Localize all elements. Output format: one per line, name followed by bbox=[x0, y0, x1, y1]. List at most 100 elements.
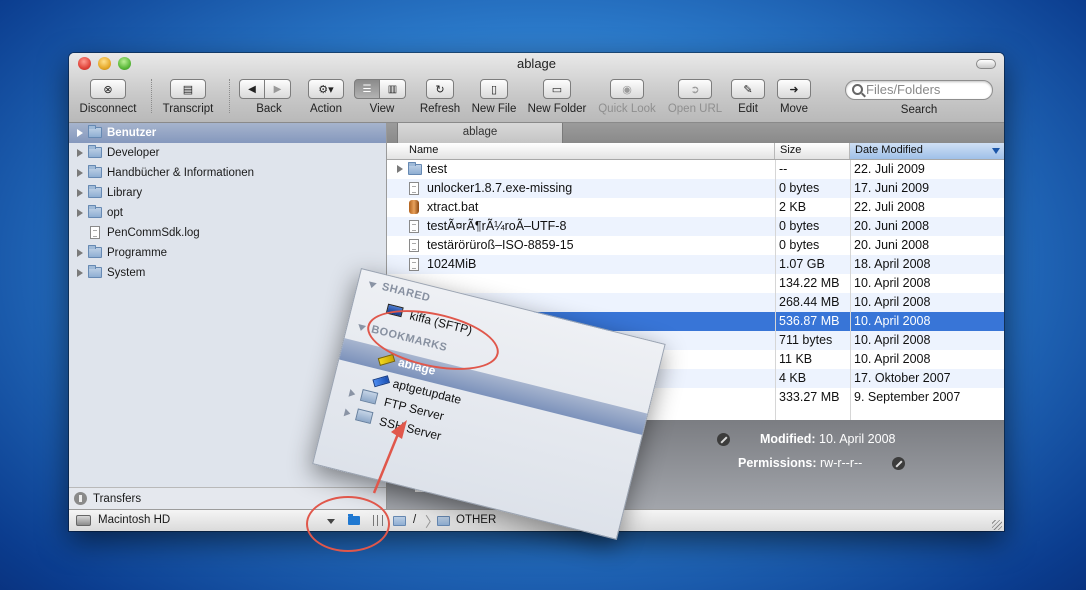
edit-label: Edit bbox=[738, 103, 758, 115]
disclosure-triangle-icon[interactable] bbox=[77, 189, 83, 197]
disclosure-triangle-icon[interactable] bbox=[77, 269, 83, 277]
view-control[interactable]: ☰ ▥ View bbox=[354, 79, 410, 115]
file-size: 1.07 GB bbox=[779, 257, 825, 271]
file-name: unlocker1.8.7.exe-missing bbox=[427, 181, 573, 195]
disclosure-triangle-icon[interactable] bbox=[367, 281, 377, 290]
shared-section-header: SHARED bbox=[380, 280, 432, 305]
sidebar-item-label: Programme bbox=[107, 247, 168, 259]
column-view-icon[interactable]: ▥ bbox=[380, 79, 406, 99]
disconnect-label: Disconnect bbox=[79, 103, 137, 115]
disconnect-button[interactable]: ⊗ Disconnect bbox=[75, 79, 141, 115]
tab-ablage[interactable]: ablage bbox=[397, 123, 563, 143]
edit-date-icon[interactable] bbox=[717, 433, 730, 446]
file-size: -- bbox=[779, 162, 788, 176]
folder-icon bbox=[88, 125, 102, 138]
column-header-name[interactable]: Name bbox=[387, 143, 775, 159]
sidebar-item-opt[interactable]: opt bbox=[69, 203, 386, 223]
new-file-icon: ▯ bbox=[490, 83, 498, 96]
column-divider bbox=[850, 160, 851, 420]
refresh-button[interactable]: ↻ Refresh bbox=[418, 79, 462, 115]
move-arrow-icon: ➜ bbox=[789, 83, 799, 96]
table-row[interactable]: xtract.bat 2 KB 22. Juli 2008 bbox=[387, 198, 1004, 217]
file-size: 711 bytes bbox=[779, 333, 833, 347]
disclosure-triangle-icon[interactable] bbox=[343, 408, 352, 418]
column-header-date[interactable]: Date Modified bbox=[850, 143, 1004, 159]
open-url-button[interactable]: ➲ Open URL bbox=[665, 79, 725, 115]
path-segment-other[interactable]: OTHER bbox=[456, 514, 496, 526]
file-size: 0 bytes bbox=[779, 181, 820, 195]
path-segment-root[interactable]: / bbox=[413, 514, 416, 526]
file-date: 10. April 2008 bbox=[854, 314, 931, 328]
table-row[interactable]: 1024MiB 1.07 GB 18. April 2008 bbox=[387, 255, 1004, 274]
file-date: 10. April 2008 bbox=[854, 295, 931, 309]
file-size: 4 KB bbox=[779, 371, 807, 385]
back-arrow-icon[interactable]: ◀ bbox=[239, 79, 265, 99]
search-placeholder: Files/Folders bbox=[866, 82, 941, 97]
table-row[interactable]: unlocker1.8.7.exe-missing 0 bytes 17. Ju… bbox=[387, 179, 1004, 198]
transfers-label: Transfers bbox=[93, 493, 142, 505]
table-row[interactable]: test -- 22. Juli 2009 bbox=[387, 160, 1004, 179]
disclosure-triangle-icon[interactable] bbox=[397, 165, 403, 173]
back-button[interactable]: ◀ ▶ Back bbox=[239, 79, 299, 115]
modified-label: Modified: bbox=[760, 432, 816, 446]
sidebar-item-developer[interactable]: Developer bbox=[69, 143, 386, 163]
search-label: Search bbox=[900, 104, 938, 116]
table-row[interactable]: testärörüroß–ISO-8859-15 0 bytes 20. Jun… bbox=[387, 236, 1004, 255]
document-icon bbox=[90, 226, 100, 239]
transfers-icon bbox=[74, 492, 87, 505]
disconnect-icon: ⊗ bbox=[103, 83, 113, 96]
move-button[interactable]: ➜ Move bbox=[775, 79, 813, 115]
sidebar-item-benutzer[interactable]: Benutzer bbox=[69, 123, 386, 143]
new-folder-button[interactable]: ▭ New Folder bbox=[525, 79, 589, 115]
edit-permissions-icon[interactable] bbox=[892, 457, 905, 470]
column-divider bbox=[775, 160, 776, 420]
window-title: ablage bbox=[516, 56, 557, 71]
quick-look-button[interactable]: ◉ Quick Look bbox=[595, 79, 659, 115]
sidebar-item-programme[interactable]: Programme bbox=[69, 243, 386, 263]
forward-arrow-icon[interactable]: ▶ bbox=[265, 79, 291, 99]
action-button[interactable]: ⚙▾ Action bbox=[306, 79, 346, 115]
file-size: 2 KB bbox=[779, 200, 807, 214]
file-date: 22. Juli 2008 bbox=[854, 200, 925, 214]
toolbar-toggle-button[interactable] bbox=[976, 59, 996, 69]
sidebar-item-system[interactable]: System bbox=[69, 263, 386, 283]
search-icon bbox=[852, 84, 863, 95]
disclosure-triangle-icon[interactable] bbox=[348, 389, 357, 399]
bookmark-icon bbox=[372, 375, 390, 388]
resize-grip-icon[interactable] bbox=[992, 520, 1002, 530]
hard-disk-icon bbox=[76, 515, 91, 526]
folder-icon bbox=[88, 245, 102, 258]
file-date: 10. April 2008 bbox=[854, 276, 931, 290]
column-header-size[interactable]: Size bbox=[775, 143, 850, 159]
sidebar-item-label: Benutzer bbox=[107, 127, 157, 139]
refresh-label: Refresh bbox=[419, 103, 461, 115]
search-input[interactable]: Files/Folders bbox=[845, 80, 993, 100]
sidebar-item-label: opt bbox=[107, 207, 123, 219]
file-date: 20. Juni 2008 bbox=[854, 219, 930, 233]
file-size: 11 KB bbox=[779, 352, 813, 366]
sidebar-item-library[interactable]: Library bbox=[69, 183, 386, 203]
folder-icon bbox=[88, 145, 102, 158]
document-icon bbox=[409, 220, 419, 233]
disclosure-triangle-icon[interactable] bbox=[77, 129, 83, 137]
new-file-button[interactable]: ▯ New File bbox=[469, 79, 519, 115]
sidebar-item-handbuecher[interactable]: Handbücher & Informationen bbox=[69, 163, 386, 183]
disclosure-triangle-icon[interactable] bbox=[356, 324, 367, 332]
file-date: 20. Juni 2008 bbox=[854, 238, 930, 252]
file-date: 10. April 2008 bbox=[854, 352, 931, 366]
disclosure-triangle-icon[interactable] bbox=[77, 149, 83, 157]
file-date: 17. Juni 2009 bbox=[854, 181, 930, 195]
edit-button[interactable]: ✎ Edit bbox=[729, 79, 767, 115]
folder-icon bbox=[408, 162, 422, 175]
list-view-icon[interactable]: ☰ bbox=[354, 79, 380, 99]
list-header: Name Size Date Modified bbox=[387, 143, 1004, 160]
disclosure-triangle-icon[interactable] bbox=[77, 209, 83, 217]
sidebar-item-pencommsdk-log[interactable]: PenCommSdk.log bbox=[69, 223, 386, 243]
disk-selector-label[interactable]: Macintosh HD bbox=[98, 514, 170, 526]
table-row[interactable]: testÃ¤rÃ¶rÃ¼roÃ–UTF-8 0 bytes 20. Juni 2… bbox=[387, 217, 1004, 236]
transcript-button[interactable]: ▤ Transcript bbox=[157, 79, 219, 115]
table-row[interactable]: 134.22 MB 10. April 2008 bbox=[387, 274, 1004, 293]
disclosure-triangle-icon[interactable] bbox=[77, 249, 83, 257]
folder-icon bbox=[437, 516, 450, 526]
disclosure-triangle-icon[interactable] bbox=[77, 169, 83, 177]
